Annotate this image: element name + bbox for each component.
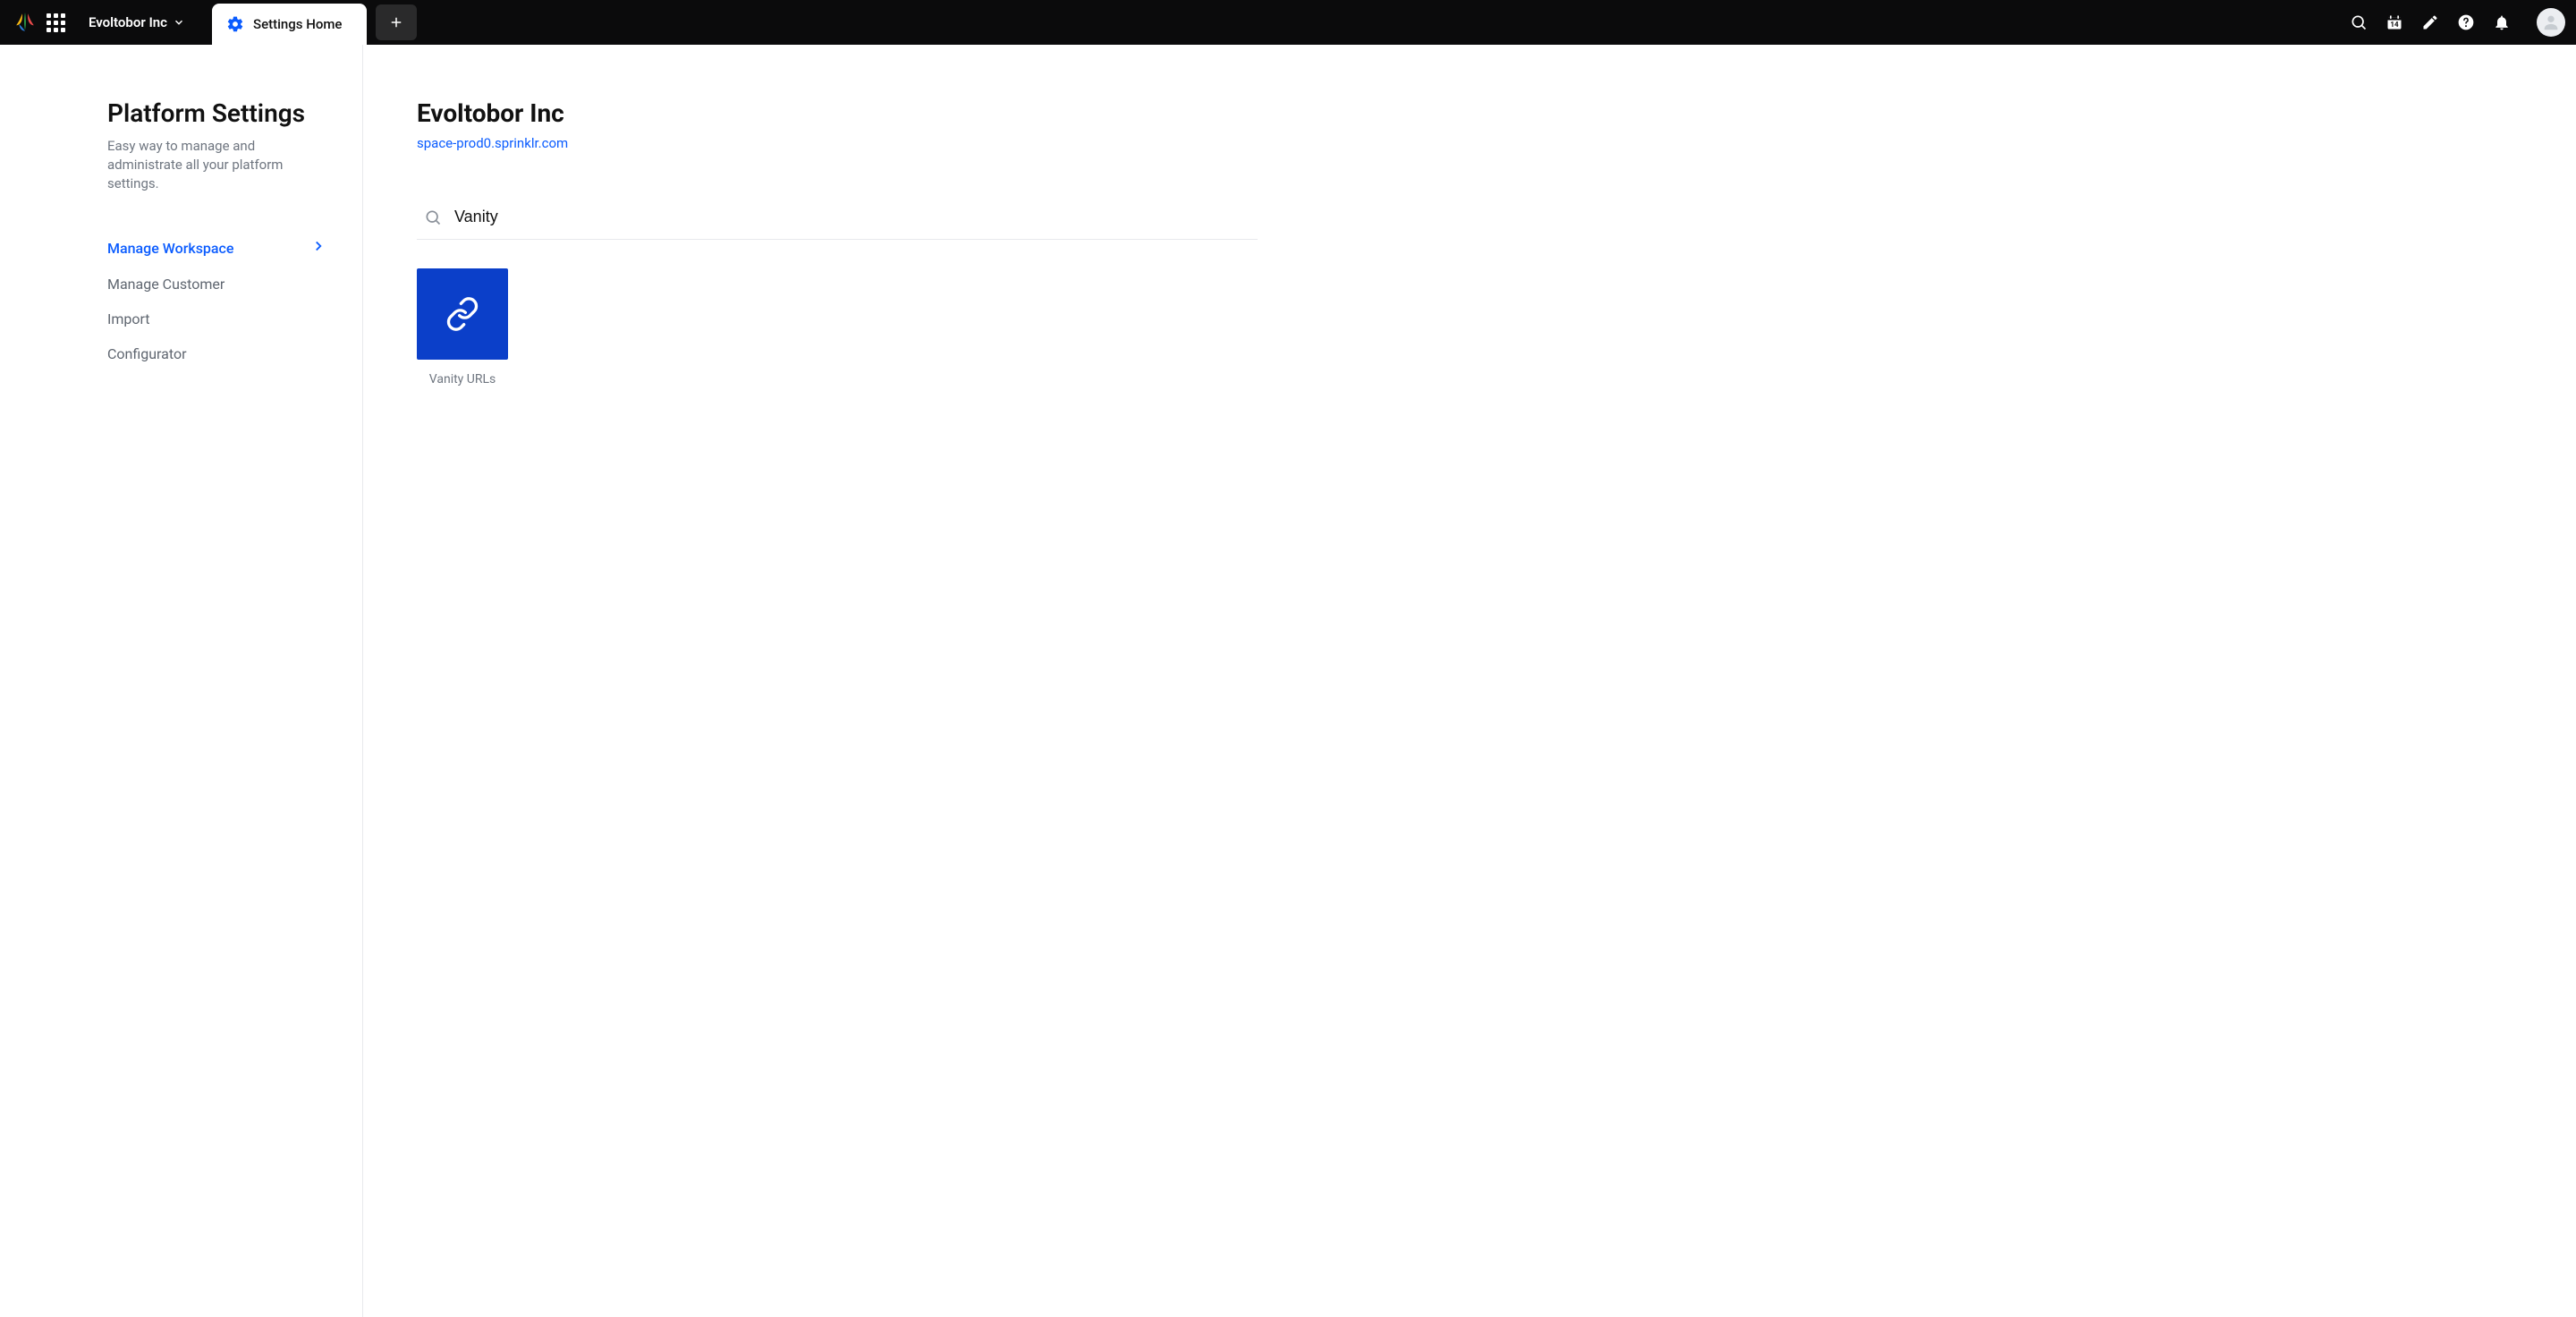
leaf-logo-icon [13, 11, 37, 34]
sidebar-item-label: Manage Workspace [107, 240, 233, 257]
top-nav: Evoltobor Inc Settings Home 14 [0, 0, 2576, 45]
edit-button[interactable] [2420, 13, 2440, 32]
sidebar: Platform Settings Easy way to manage and… [0, 45, 363, 1317]
sidebar-item-import[interactable]: Import [107, 302, 326, 336]
sidebar-item-label: Manage Customer [107, 276, 225, 293]
top-actions: 14 [2349, 8, 2565, 37]
calendar-date-badge: 14 [2390, 21, 2398, 29]
search-icon [424, 208, 442, 226]
plus-icon [388, 14, 404, 30]
search-icon [2350, 13, 2368, 31]
pencil-icon [2421, 13, 2439, 31]
sidebar-item-manage-workspace[interactable]: Manage Workspace [107, 229, 326, 267]
search-button[interactable] [2349, 13, 2368, 32]
tab-settings-home[interactable]: Settings Home [212, 4, 368, 45]
help-button[interactable] [2456, 13, 2476, 32]
sidebar-description: Easy way to manage and administrate all … [107, 137, 326, 193]
user-icon [2541, 13, 2561, 32]
settings-tiles: Vanity URLs [417, 268, 2522, 387]
help-icon [2457, 13, 2475, 31]
chevron-right-icon [310, 238, 326, 258]
search-input[interactable] [454, 208, 1254, 226]
main-content: Evoltobor Inc space-prod0.sprinklr.com V… [363, 45, 2576, 1317]
settings-search [417, 200, 1258, 240]
sidebar-title: Platform Settings [107, 98, 326, 128]
org-name: Evoltobor Inc [89, 14, 167, 30]
apps-launcher[interactable] [47, 13, 65, 32]
sidebar-item-manage-customer[interactable]: Manage Customer [107, 267, 326, 302]
tile-vanity-urls[interactable]: Vanity URLs [417, 268, 508, 387]
link-icon [445, 296, 480, 332]
tile-label: Vanity URLs [429, 372, 496, 387]
org-selector[interactable]: Evoltobor Inc [80, 14, 194, 30]
tab-label: Settings Home [253, 16, 343, 32]
chevron-down-icon [173, 16, 185, 29]
sidebar-item-label: Import [107, 310, 150, 327]
sidebar-item-configurator[interactable]: Configurator [107, 336, 326, 371]
new-tab-button[interactable] [376, 4, 417, 40]
calendar-button[interactable]: 14 [2385, 13, 2404, 32]
gear-icon [226, 15, 244, 33]
bell-icon [2493, 13, 2511, 31]
domain-link[interactable]: space-prod0.sprinklr.com [417, 135, 568, 151]
user-avatar[interactable] [2537, 8, 2565, 37]
notifications-button[interactable] [2492, 13, 2512, 32]
sidebar-item-label: Configurator [107, 345, 186, 362]
page-title: Evoltobor Inc [417, 98, 2522, 128]
tile-box [417, 268, 508, 360]
brand-logo[interactable] [11, 8, 39, 37]
